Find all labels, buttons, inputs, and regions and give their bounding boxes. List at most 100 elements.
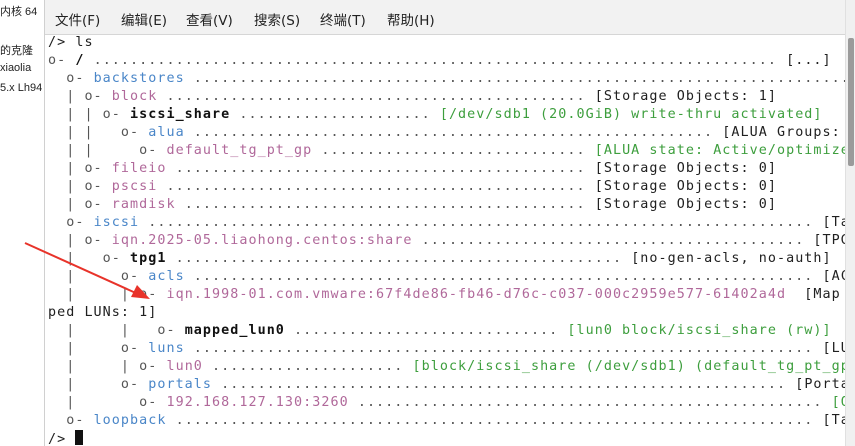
terminal-line: /> bbox=[48, 430, 84, 446]
side-fragment: xiaolia bbox=[0, 62, 32, 74]
terminal-text: [LUNs: 1] bbox=[822, 341, 845, 356]
side-fragment: 的克隆 bbox=[0, 45, 33, 57]
terminal-text: mapped_lun0 bbox=[184, 323, 285, 338]
terminal-text: ..................... bbox=[230, 107, 440, 122]
terminal-text: 192.168.127.130:3260 bbox=[166, 395, 349, 410]
terminal-text: ........................................… bbox=[166, 161, 595, 176]
terminal-line: | | o- iscsi_share .....................… bbox=[48, 106, 823, 124]
terminal-text: tpg1 bbox=[130, 251, 167, 266]
vertical-scrollbar[interactable] bbox=[845, 0, 855, 446]
terminal-text: ped LUNs: 1] bbox=[48, 305, 158, 320]
terminal-text: ........................................… bbox=[412, 233, 814, 248]
terminal-text: [no-gen-acls, no-auth] bbox=[631, 251, 832, 266]
terminal-text: ........................................… bbox=[184, 269, 823, 284]
terminal-text: | o- bbox=[48, 377, 149, 392]
terminal-line: ped LUNs: 1] bbox=[48, 304, 157, 322]
terminal-text: ........................................… bbox=[139, 215, 823, 230]
terminal-text: [ACLs: 1] bbox=[822, 269, 845, 284]
terminal-text: [Storage Objects: 0] bbox=[594, 161, 777, 176]
terminal-text: [Portals: 1] bbox=[795, 377, 845, 392]
terminal-text: [lun0 block/iscsi_share (rw)] bbox=[567, 323, 832, 338]
terminal-line: /> ls bbox=[48, 34, 94, 52]
terminal-text: /> bbox=[48, 432, 76, 446]
terminal-text: [Storage Objects: 0] bbox=[594, 179, 777, 194]
terminal-text: o- bbox=[48, 215, 94, 230]
terminal-line: | o- fileio ............................… bbox=[48, 160, 777, 178]
terminal-text: | | o- bbox=[48, 125, 149, 140]
terminal-text: acls bbox=[148, 269, 185, 284]
terminal-text: [...] bbox=[786, 53, 832, 68]
menu-file[interactable]: 文件(F) bbox=[55, 9, 100, 29]
terminal-text: [block/iscsi_share (/dev/sdb1) (default_… bbox=[412, 359, 846, 374]
terminal-text: | o- bbox=[48, 269, 149, 284]
terminal-line: | | o- mapped_lun0 .....................… bbox=[48, 322, 832, 340]
terminal-text: loopback bbox=[93, 413, 167, 428]
terminal-text: | | o- bbox=[48, 107, 131, 122]
terminal-text: backstores bbox=[93, 71, 185, 86]
terminal-text: | o- bbox=[48, 179, 112, 194]
side-fragment: 内核 64 bbox=[0, 6, 38, 18]
menu-view[interactable]: 查看(V) bbox=[186, 9, 233, 29]
terminal-text: ............................. bbox=[284, 323, 568, 338]
background-window-strip: 内核 64 的克隆 xiaolia 5.x Lh94 bbox=[0, 0, 45, 446]
terminal-text: [ALUA Groups: 1] bbox=[722, 125, 841, 140]
terminal-line: o- backstores ..........................… bbox=[48, 70, 845, 88]
terminal-text: fileio bbox=[111, 161, 167, 176]
terminal-line: | o- pscsi .............................… bbox=[48, 178, 777, 196]
terminal-text: iqn.2025-05.liaohong.centos:share bbox=[111, 233, 413, 248]
terminal-text: [TPGs: 1] bbox=[813, 233, 845, 248]
terminal-text: iqn.1998-01.com.vmware:67f4de86-fb46-d76… bbox=[166, 287, 787, 302]
terminal-line: o- / ...................................… bbox=[48, 52, 832, 70]
terminal-text: ........................................… bbox=[212, 377, 796, 392]
menu-help[interactable]: 帮助(H) bbox=[387, 9, 435, 29]
terminal-line: | o- ramdisk ...........................… bbox=[48, 196, 777, 214]
terminal-text: [ALUA state: Active/optimized] bbox=[594, 143, 845, 158]
terminal-text: ........................................… bbox=[166, 413, 823, 428]
terminal-line: | o- iqn.2025-05.liaohong.centos:share .… bbox=[48, 232, 845, 250]
terminal-line: o- iscsi ...............................… bbox=[48, 214, 845, 232]
terminal-text: luns bbox=[148, 341, 185, 356]
terminal-text: [Map bbox=[786, 287, 841, 302]
terminal-text: iscsi_share bbox=[130, 107, 231, 122]
terminal-line: | | o- lun0 ..................... [block… bbox=[48, 358, 845, 376]
terminal-text: | o- bbox=[48, 341, 149, 356]
terminal-text: | | o- bbox=[48, 359, 167, 374]
terminal-line: o- loopback ............................… bbox=[48, 412, 845, 430]
terminal-text: | o- bbox=[48, 161, 112, 176]
terminal-text: [Storage Objects: 0] bbox=[594, 197, 777, 212]
terminal-text: ramdisk bbox=[111, 197, 176, 212]
menu-terminal[interactable]: 终端(T) bbox=[320, 9, 366, 29]
terminal-line: | | o- default_tg_pt_gp ................… bbox=[48, 142, 845, 160]
terminal-text: | o- bbox=[48, 197, 112, 212]
terminal-text: ........................................… bbox=[84, 53, 787, 68]
terminal-line: | o- portals ...........................… bbox=[48, 376, 845, 394]
terminal-text: block bbox=[111, 89, 158, 104]
terminal-text: ........................................… bbox=[175, 197, 595, 212]
terminal-line: | o- block .............................… bbox=[48, 88, 777, 106]
terminal-text: [Storage Objects: 1] bbox=[594, 89, 777, 104]
terminal-text: ............................. bbox=[312, 143, 595, 158]
terminal-line: | o- 192.168.127.130:3260 ..............… bbox=[48, 394, 845, 412]
terminal-text: default_tg_pt_gp bbox=[166, 143, 313, 158]
terminal-text: [OK] bbox=[831, 395, 845, 410]
terminal-text: ........................................… bbox=[348, 395, 832, 410]
terminal-text: o- bbox=[48, 71, 94, 86]
terminal-output[interactable]: /> ls o- / ..............................… bbox=[45, 34, 845, 446]
side-fragment: 5.x Lh94 bbox=[0, 82, 43, 94]
terminal-line: | o- luns ..............................… bbox=[48, 340, 845, 358]
terminal-text: iscsi bbox=[93, 215, 140, 230]
terminal-text: ........................................… bbox=[184, 71, 845, 86]
terminal-text: ........................................… bbox=[157, 179, 595, 194]
text-cursor bbox=[75, 430, 84, 445]
terminal-text: [/dev/sdb1 (20.0GiB) write-thru activate… bbox=[439, 107, 823, 122]
menu-edit[interactable]: 编辑(E) bbox=[121, 9, 167, 29]
terminal-text: | | o- bbox=[48, 143, 167, 158]
terminal-line: | | o- alua ............................… bbox=[48, 124, 845, 142]
scrollbar-thumb[interactable] bbox=[848, 38, 854, 166]
terminal-text: [Targets: 1] bbox=[822, 215, 845, 230]
terminal-text: lun0 bbox=[166, 359, 203, 374]
terminal-text: o- bbox=[48, 53, 76, 68]
terminal-text: ........................................… bbox=[166, 251, 632, 266]
terminal-text: /> ls bbox=[48, 35, 94, 50]
menu-search[interactable]: 搜索(S) bbox=[254, 9, 300, 29]
